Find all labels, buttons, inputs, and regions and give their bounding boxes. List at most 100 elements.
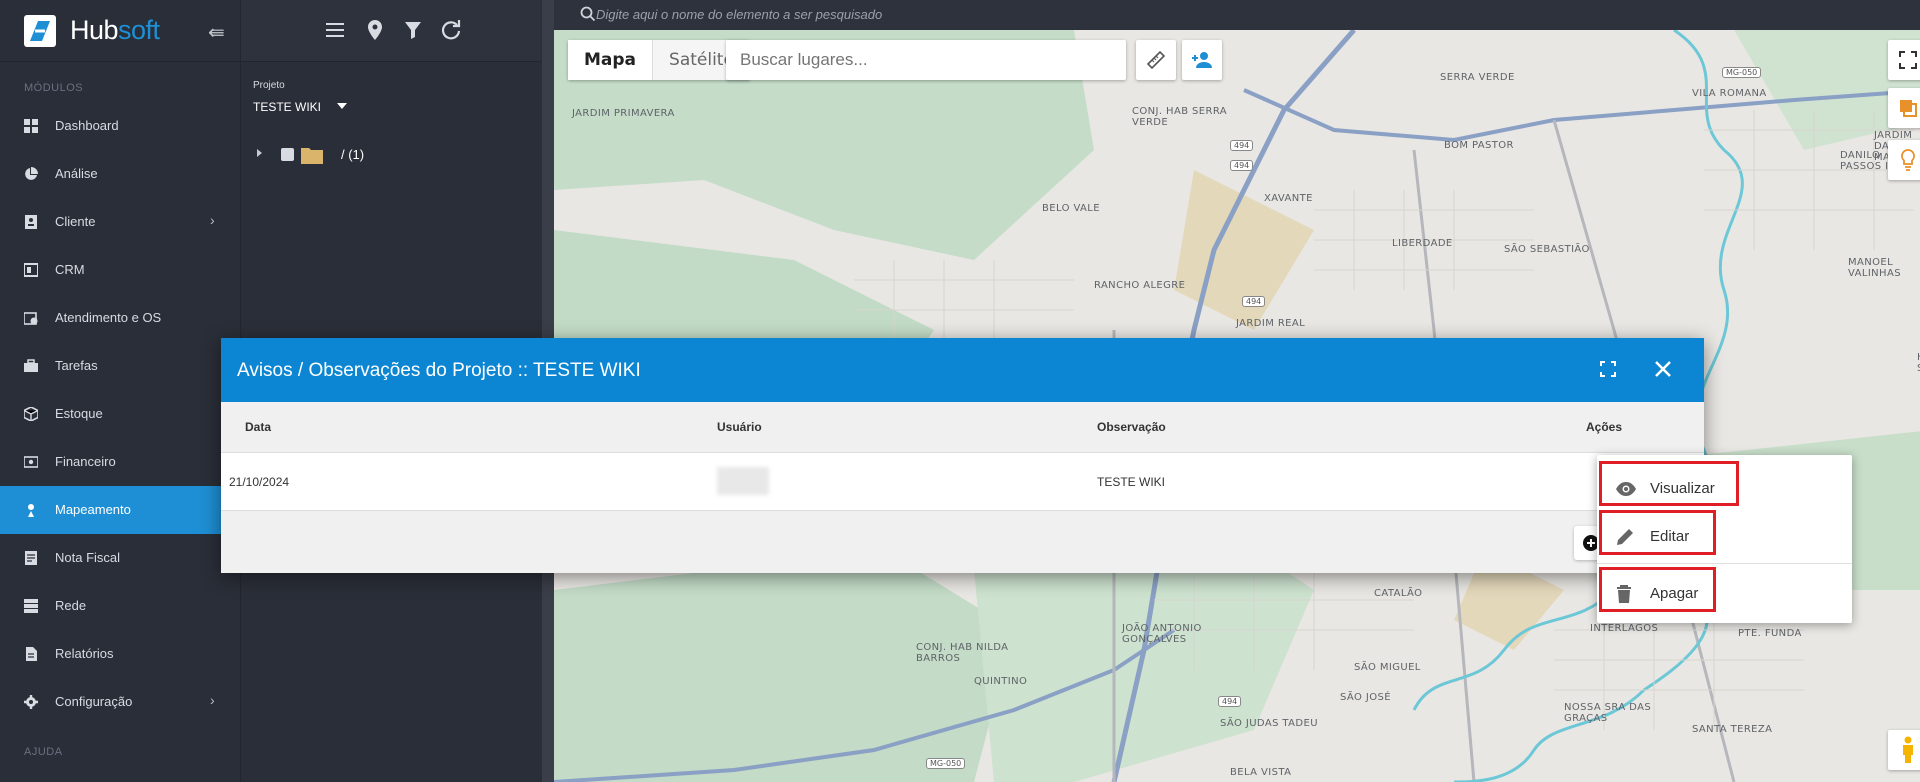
tree-node-root[interactable]: / (1): [257, 146, 457, 166]
cell-data: 21/10/2024: [229, 475, 290, 489]
column-header-acoes: Ações: [1586, 420, 1623, 434]
sidebar-item-label: Dashboard: [55, 118, 119, 133]
fullscreen-map-button[interactable]: [1888, 40, 1920, 80]
project-notes-modal: Avisos / Observações do Projeto :: TESTE…: [221, 338, 1704, 573]
section-label-modules: MÓDULOS: [24, 82, 84, 94]
tree-toolbar: [241, 0, 541, 62]
column-header-observacao[interactable]: Observação: [1097, 420, 1166, 434]
map-place-label: CATALÃO: [1374, 588, 1423, 599]
sidebar-item-relatorios[interactable]: Relatórios: [0, 630, 240, 678]
expand-icon[interactable]: [1599, 360, 1617, 383]
tree-checkbox[interactable]: [281, 148, 294, 161]
section-label-help: AJUDA: [24, 746, 63, 758]
map-place-label: SANTA TEREZA: [1692, 724, 1773, 735]
map-place-label: CONJ. HAB SERRA VERDE: [1132, 106, 1228, 128]
road-shield-label: 494: [1242, 296, 1266, 307]
map-pin-person-icon: [24, 503, 38, 517]
network-icon: [24, 599, 38, 613]
brand-name: Hubsoft: [70, 15, 160, 45]
refresh-icon[interactable]: [439, 18, 463, 42]
highlight-box-edit: [1599, 510, 1716, 555]
sidebar-item-analise[interactable]: Análise: [0, 150, 240, 198]
chevron-right-icon: ›: [210, 692, 215, 708]
chevron-right-icon: ›: [210, 212, 215, 228]
map-place-label: CONJ. HAB NILDA BARROS: [916, 642, 1009, 664]
folder-icon: [301, 146, 323, 167]
map-place-label: SÃO MIGUEL: [1354, 662, 1421, 673]
map-type-toggle[interactable]: Mapa Satélite: [568, 40, 750, 80]
collapse-sidebar-icon[interactable]: ⇚: [208, 20, 225, 45]
road-shield-label: MG-050: [1722, 67, 1762, 78]
map-place-label: JOÃO ANTONIO GONÇALVES: [1122, 623, 1202, 645]
map-marker-icon[interactable]: [363, 18, 387, 42]
crm-board-icon: [23, 263, 39, 277]
logo-bar: Hubsoft ⇚: [0, 0, 240, 62]
road-shield-label: MG-050: [926, 758, 966, 769]
map-place-label: INTERLAGOS: [1590, 623, 1659, 634]
sidebar-item-label: Cliente: [55, 214, 96, 229]
map-place-label: JARDIM PRIMAVERA: [572, 108, 675, 119]
add-user-location-button[interactable]: [1182, 40, 1222, 80]
contact-card-icon: [24, 215, 38, 229]
main-sidebar: Hubsoft ⇚ MÓDULOS Dashboard Análise Client…: [0, 0, 240, 782]
hubsoft-logo-icon: [24, 15, 56, 47]
hamburger-menu-icon[interactable]: [323, 18, 347, 42]
sidebar-item-mapeamento[interactable]: Mapeamento: [0, 486, 240, 534]
map-place-label: RANCHO ALEGRE: [1094, 280, 1186, 291]
sidebar-item-tarefas[interactable]: Tarefas: [0, 342, 240, 390]
map-place-label: BOM PASTOR: [1444, 140, 1514, 151]
lightbulb-button[interactable]: [1888, 140, 1920, 180]
project-label: Projeto: [253, 80, 285, 91]
expand-arrow-icon[interactable]: [257, 149, 262, 157]
column-header-usuario[interactable]: Usuário: [717, 420, 762, 434]
calendar-clock-icon: [23, 311, 38, 325]
map-place-label: NOSSA SRA DAS GRAÇAS: [1564, 702, 1652, 724]
street-view-pegman-button[interactable]: [1888, 730, 1920, 770]
lightbulb-icon: [1901, 149, 1915, 171]
sidebar-item-label: Estoque: [55, 406, 103, 421]
menu-divider: [1597, 563, 1852, 564]
element-search-bar[interactable]: Digite aqui o nome do elemento a ser pes…: [554, 0, 1920, 30]
gear-icon: [24, 695, 38, 709]
element-search-placeholder[interactable]: Digite aqui o nome do elemento a ser pes…: [596, 7, 882, 22]
map-place-label: XAVANTE: [1264, 193, 1313, 204]
row-actions-menu: Visualizar Editar Apagar: [1597, 455, 1852, 623]
map-place-label: MANOEL VALINHAS: [1848, 257, 1901, 279]
box-icon: [23, 406, 39, 422]
filter-icon[interactable]: [401, 18, 425, 42]
layers-icon: [1900, 100, 1917, 117]
ruler-tool-button[interactable]: [1136, 40, 1176, 80]
sidebar-item-estoque[interactable]: Estoque: [0, 390, 240, 438]
dashboard-icon: [24, 119, 38, 133]
sidebar-item-atendimento-e-os[interactable]: Atendimento e OS: [0, 294, 240, 342]
sidebar-item-dashboard[interactable]: Dashboard: [0, 102, 240, 150]
map-place-label: QUINTINO: [974, 676, 1028, 687]
sidebar-item-label: CRM: [55, 262, 85, 277]
map-place-label: LIBERDADE: [1392, 238, 1453, 249]
sidebar-item-label: Financeiro: [55, 454, 116, 469]
sidebar-item-cliente[interactable]: Cliente ›: [0, 198, 240, 246]
sidebar-item-label: Atendimento e OS: [55, 310, 162, 325]
caret-down-icon[interactable]: [337, 103, 347, 109]
table-row[interactable]: 21/10/2024 TESTE WIKI: [221, 453, 1704, 511]
sidebar-item-configuracao[interactable]: Configuração ›: [0, 678, 240, 726]
layers-button[interactable]: [1888, 88, 1920, 128]
places-search-input[interactable]: [726, 40, 1126, 80]
sidebar-item-rede[interactable]: Rede: [0, 582, 240, 630]
ruler-icon: [1146, 50, 1166, 70]
sidebar-item-nota-fiscal[interactable]: Nota Fiscal: [0, 534, 240, 582]
pegman-icon: [1903, 736, 1913, 763]
close-icon[interactable]: [1652, 358, 1674, 385]
road-shield-label: 494: [1218, 696, 1242, 707]
map-place-label: SERRA VERDE: [1440, 72, 1515, 83]
map-place-label: VILA ROMANA: [1692, 88, 1767, 99]
map-type-map-button[interactable]: Mapa: [568, 40, 653, 80]
fullscreen-icon: [1899, 51, 1917, 69]
column-header-data[interactable]: Data: [245, 420, 271, 434]
map-place-label: SÃO JOSÉ: [1340, 692, 1391, 703]
modal-title: Avisos / Observações do Projeto :: TESTE…: [237, 360, 641, 381]
sidebar-item-crm[interactable]: CRM: [0, 246, 240, 294]
project-select[interactable]: TESTE WIKI: [253, 100, 321, 114]
modal-footer: [221, 511, 1704, 573]
sidebar-item-financeiro[interactable]: Financeiro: [0, 438, 240, 486]
